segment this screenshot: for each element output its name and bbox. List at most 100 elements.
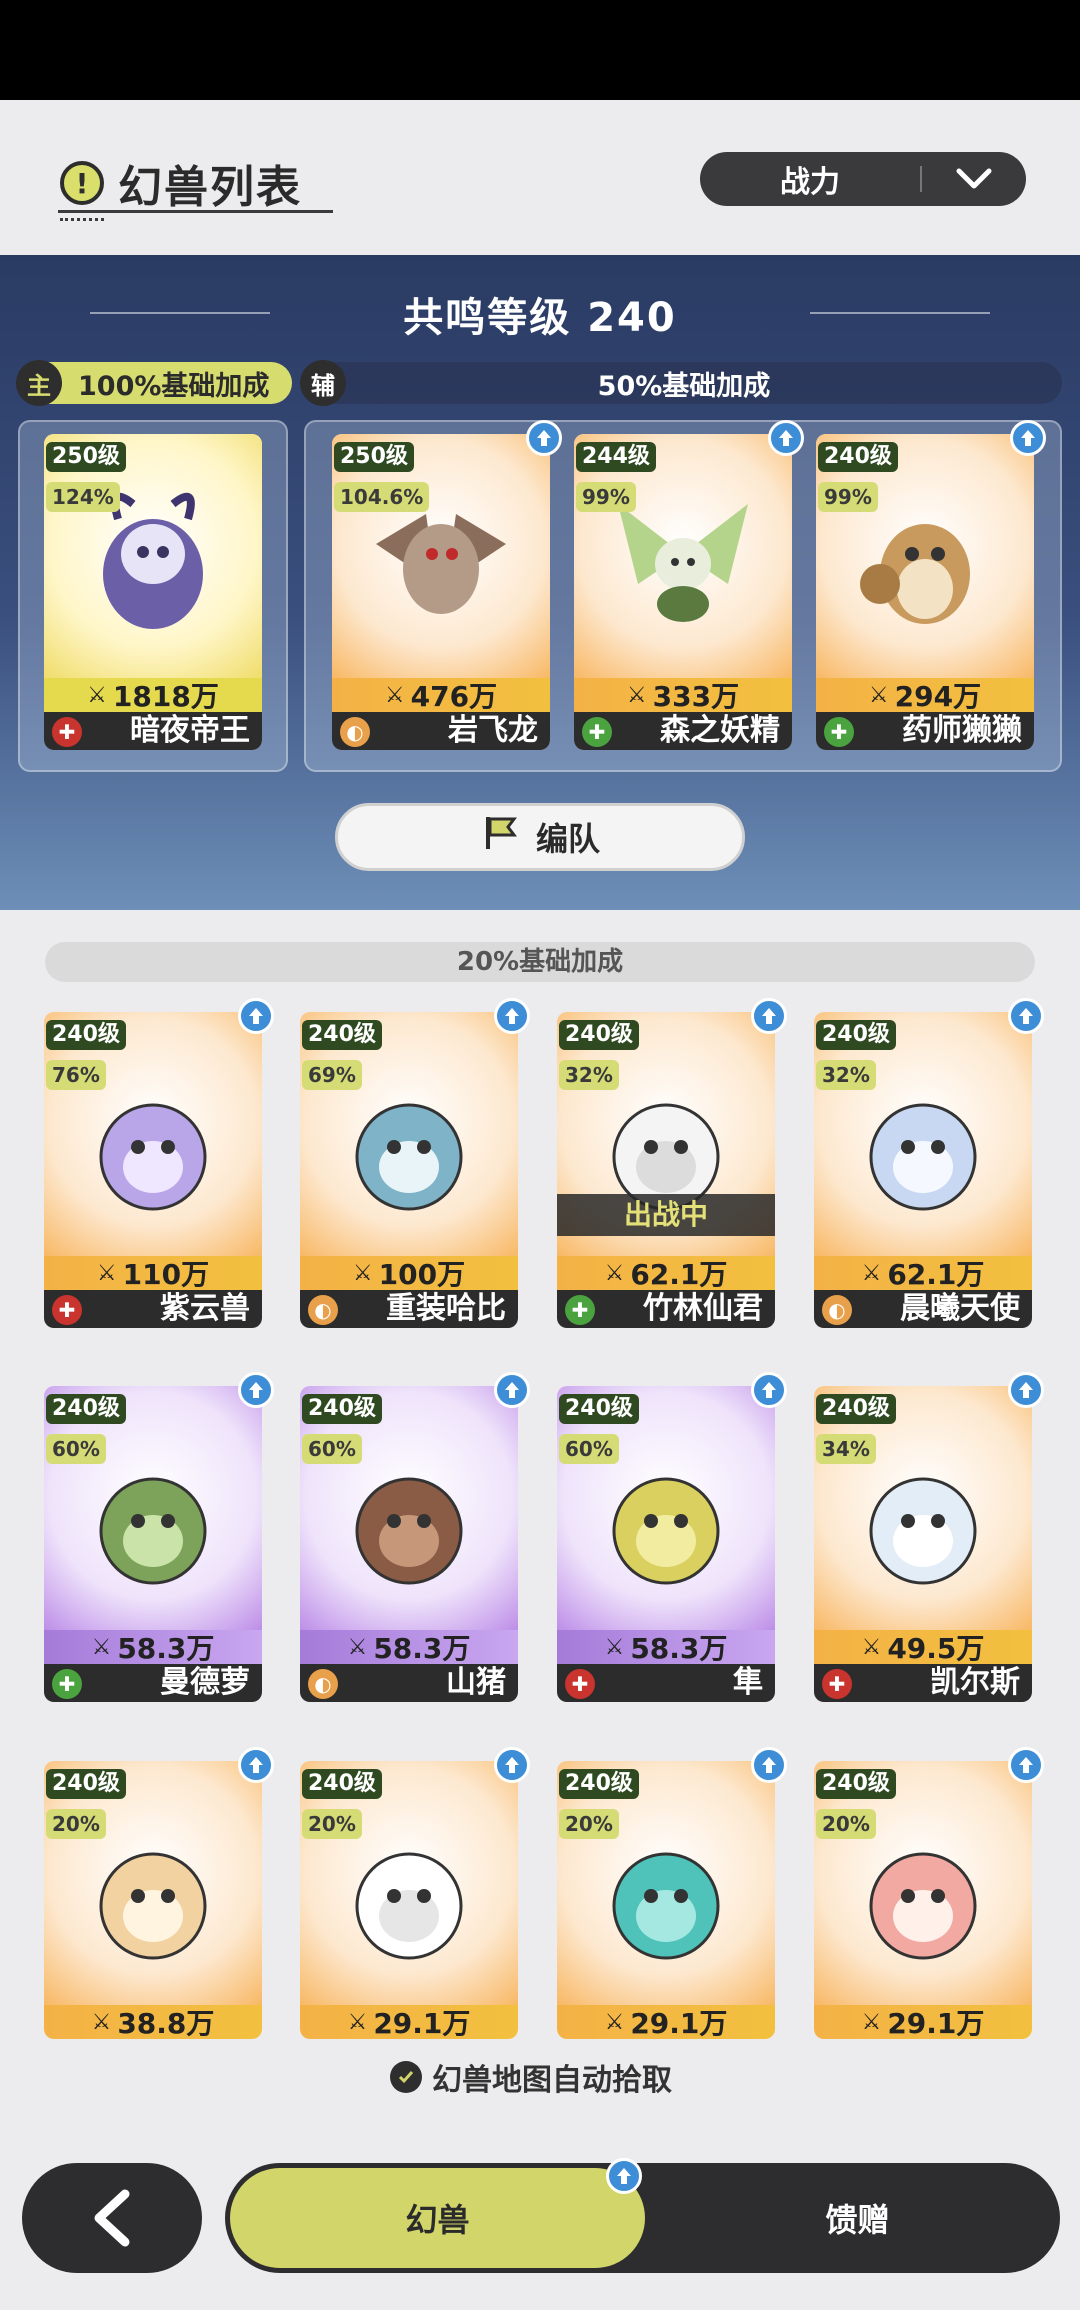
level-badge: 240级 — [559, 1769, 639, 1799]
power-value: ⚔ 29.1万 — [300, 2005, 518, 2039]
main-bonus-bar: 主 100%基础加成 — [16, 360, 292, 406]
bonus-percent: 99% — [576, 482, 636, 512]
beast-card-support-2[interactable]: 244级 99% ⚔ 333万 森之妖精 ✚ — [574, 434, 792, 750]
title-underline — [58, 210, 333, 213]
power-text: 58.3万 — [373, 1632, 471, 1665]
back-button[interactable] — [22, 2163, 202, 2273]
beast-card[interactable]: 240级 60% ⚔ 58.3万 山猪 ◐ — [300, 1386, 518, 1702]
bonus-percent: 20% — [302, 1809, 362, 1839]
up-arrow-icon[interactable] — [238, 1372, 274, 1408]
level-badge: 240级 — [818, 442, 898, 472]
up-arrow-icon[interactable] — [494, 1372, 530, 1408]
power-text: 333万 — [652, 680, 740, 713]
bonus-percent: 76% — [46, 1060, 106, 1090]
beast-card-main[interactable]: 250级 124% ⚔ 1818万 暗夜帝王 ✚ — [44, 434, 262, 750]
defense-class-icon: ◐ — [822, 1295, 852, 1325]
heal-class-icon: ✚ — [565, 1295, 595, 1325]
up-arrow-icon[interactable] — [768, 420, 804, 456]
power-text: 29.1万 — [887, 2007, 985, 2039]
bonus-percent: 32% — [559, 1060, 619, 1090]
bonus-percent: 34% — [816, 1434, 876, 1464]
power-value: ⚔ 58.3万 — [300, 1630, 518, 1665]
up-arrow-icon[interactable] — [526, 420, 562, 456]
level-badge: 240级 — [46, 1020, 126, 1050]
attack-class-icon: ✚ — [52, 717, 82, 747]
page-title: 幻兽列表 — [118, 162, 302, 213]
level-badge: 240级 — [46, 1394, 126, 1424]
beast-card[interactable]: 240级 20% ⚔ 29.1万 — [557, 1761, 775, 2039]
deployed-badge: 出战中 — [557, 1194, 775, 1236]
bonus-percent: 20% — [46, 1809, 106, 1839]
tab-gifts[interactable]: 馈赠 — [660, 2168, 1055, 2268]
power-value: ⚔ 333万 — [574, 678, 792, 713]
page-title-row: ! 幻兽列表 — [60, 148, 302, 218]
level-badge: 240级 — [302, 1769, 382, 1799]
bonus-percent: 99% — [818, 482, 878, 512]
tab-beasts[interactable]: 幻兽 — [230, 2168, 645, 2268]
beast-card[interactable]: 240级 60% ⚔ 58.3万隼 ✚ — [557, 1386, 775, 1702]
power-value: ⚔ 100万 — [300, 1256, 518, 1291]
up-arrow-icon[interactable] — [751, 1372, 787, 1408]
up-arrow-icon[interactable] — [1008, 998, 1044, 1034]
up-arrow-icon[interactable] — [238, 998, 274, 1034]
bonus-percent: 104.6% — [334, 482, 430, 512]
power-icon: ⚔ — [604, 1260, 625, 1286]
info-icon[interactable]: ! — [60, 161, 104, 205]
power-value: ⚔ 1818万 — [44, 678, 262, 713]
up-arrow-icon[interactable] — [494, 1747, 530, 1783]
support-tag: 辅 — [300, 360, 346, 406]
beast-card[interactable]: 240级 32% ⚔ 62.1万 晨曦天使 ◐ — [814, 1012, 1032, 1328]
power-icon: ⚔ — [604, 2009, 625, 2035]
auto-pick-label: 幻兽地图自动拾取 — [432, 2063, 672, 2098]
up-arrow-icon[interactable] — [1010, 420, 1046, 456]
power-icon: ⚔ — [384, 682, 405, 708]
power-icon: ⚔ — [626, 682, 647, 708]
auto-pick-option[interactable]: 幻兽地图自动拾取 — [390, 2055, 672, 2099]
bonus-percent: 60% — [559, 1434, 619, 1464]
power-text: 294万 — [894, 680, 982, 713]
level-badge: 240级 — [816, 1769, 896, 1799]
beast-card[interactable]: 240级 32% 出战中 ⚔ 62.1万 竹林仙君 ✚ — [557, 1012, 775, 1328]
beast-card-support-3[interactable]: 240级 99% ⚔ 294万 药师獭獭 ✚ — [816, 434, 1034, 750]
main-bonus-text: 100%基础加成 — [78, 370, 270, 402]
beast-card[interactable]: 240级 20% ⚔ 29.1万 — [814, 1761, 1032, 2039]
up-arrow-icon[interactable] — [1008, 1747, 1044, 1783]
power-value: ⚔ 62.1万 — [557, 1256, 775, 1291]
power-text: 1818万 — [112, 680, 219, 713]
team-button[interactable]: 编队 — [335, 803, 745, 871]
sort-dropdown[interactable]: 战力 — [700, 152, 1026, 206]
up-arrow-icon[interactable] — [238, 1747, 274, 1783]
bonus-percent: 124% — [46, 482, 120, 512]
power-value: ⚔ 476万 — [332, 678, 550, 713]
beast-card[interactable]: 240级 69% ⚔ 100万 重装哈比 ◐ — [300, 1012, 518, 1328]
status-bar — [0, 0, 1080, 100]
power-icon: ⚔ — [861, 1260, 882, 1286]
defense-class-icon: ◐ — [308, 1295, 338, 1325]
beast-card[interactable]: 240级 20% ⚔ 29.1万 — [300, 1761, 518, 2039]
attack-class-icon: ✚ — [822, 1669, 852, 1699]
level-badge: 240级 — [46, 1769, 126, 1799]
title-dots — [60, 218, 104, 221]
up-arrow-icon[interactable] — [751, 998, 787, 1034]
beast-card[interactable]: 240级 76% ⚔ 110万 紫云兽 ✚ — [44, 1012, 262, 1328]
up-arrow-icon[interactable] — [494, 998, 530, 1034]
power-value: ⚔ 110万 — [44, 1256, 262, 1291]
team-button-label: 编队 — [535, 820, 600, 858]
level-badge: 250级 — [46, 442, 126, 472]
check-icon — [390, 2061, 422, 2093]
power-value: ⚔ 49.5万 — [814, 1630, 1032, 1665]
power-text: 58.3万 — [630, 1632, 728, 1665]
beast-card-support-1[interactable]: 250级 104.6% ⚔ 476万 岩飞龙 ◐ — [332, 434, 550, 750]
level-badge: 240级 — [816, 1394, 896, 1424]
attack-class-icon: ✚ — [565, 1669, 595, 1699]
beast-card[interactable]: 240级 20% ⚔ 38.8万 — [44, 1761, 262, 2039]
power-icon: ⚔ — [347, 1634, 368, 1660]
attack-class-icon: ✚ — [52, 1295, 82, 1325]
power-text: 29.1万 — [630, 2007, 728, 2039]
up-arrow-icon[interactable] — [751, 1747, 787, 1783]
power-text: 100万 — [378, 1258, 466, 1291]
beast-card[interactable]: 240级 60% ⚔ 58.3万 曼德萝 ✚ — [44, 1386, 262, 1702]
power-icon: ⚔ — [91, 1634, 112, 1660]
up-arrow-icon[interactable] — [1008, 1372, 1044, 1408]
beast-card[interactable]: 240级 34% ⚔ 49.5万 凯尔斯 ✚ — [814, 1386, 1032, 1702]
